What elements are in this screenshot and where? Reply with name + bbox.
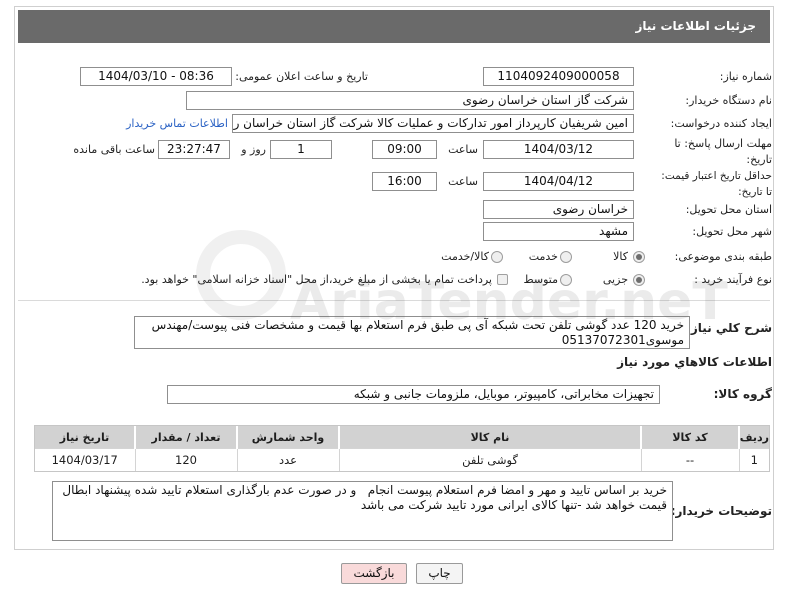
header-need-date: تاریخ نیاز [35, 426, 135, 449]
back-button[interactable]: بازگشت [341, 563, 407, 584]
delivery-province-label: استان محل تحویل: [685, 203, 772, 216]
radio-medium[interactable] [560, 274, 572, 286]
price-validity-label: حداقل تاریخ اعتبار قیمت: تا تاریخ: [642, 168, 772, 200]
delivery-city-label: شهر محل تحویل: [692, 225, 772, 238]
buyer-org-field[interactable]: شرکت گاز استان خراسان رضوی [186, 91, 634, 110]
header-item-code: کد کالا [640, 426, 739, 449]
cell-item-name: گوشی تلفن [338, 448, 641, 471]
requester-label: ایجاد کننده درخواست: [670, 117, 772, 130]
response-deadline-time-field[interactable]: 09:00 [372, 140, 437, 159]
radio-goods-service-label: کالا/خدمت [441, 250, 489, 263]
cell-item-code: -- [640, 448, 739, 471]
announce-datetime-field[interactable]: 1404/03/10 - 08:36 [80, 67, 232, 86]
price-validity-label-line1: حداقل تاریخ اعتبار قیمت: [661, 170, 772, 182]
header-quantity: تعداد / مقدار [134, 426, 237, 449]
remaining-days-field[interactable]: 1 [270, 140, 332, 159]
remaining-days-label: روز و [241, 143, 266, 156]
need-number-label: شماره نیاز: [719, 70, 772, 83]
goods-group-field[interactable]: تجهیزات مخابراتی، کامپیوتر، موبایل، ملزو… [167, 385, 660, 404]
response-deadline-time-label: ساعت [448, 143, 478, 156]
subject-category-label: طبقه بندی موضوعی: [674, 250, 772, 263]
treasury-checkbox[interactable] [497, 274, 508, 285]
table-row: 1 -- گوشی تلفن عدد 120 1404/03/17 [35, 448, 769, 471]
header-unit: واحد شمارش [236, 426, 339, 449]
radio-service-label: خدمت [528, 250, 558, 263]
radio-goods[interactable] [633, 251, 645, 263]
header-item-name: نام کالا [338, 426, 641, 449]
delivery-province-field[interactable]: خراسان رضوی [483, 200, 634, 219]
section-divider [18, 300, 770, 301]
response-deadline-date-field[interactable]: 1404/03/12 [483, 140, 634, 159]
price-validity-time-field[interactable]: 16:00 [372, 172, 437, 191]
radio-minor[interactable] [633, 274, 645, 286]
response-deadline-label: مهلت ارسال پاسخ: تا تاریخ: [642, 136, 772, 168]
print-button[interactable]: چاپ [416, 563, 463, 584]
goods-group-label: گروه کالا: [713, 387, 772, 401]
cell-unit: عدد [236, 448, 339, 471]
requester-field[interactable]: امین شریفیان کارپرداز امور تدارکات و عمل… [232, 114, 634, 133]
radio-service[interactable] [560, 251, 572, 263]
remaining-time-field[interactable]: 23:27:47 [158, 140, 230, 159]
buyer-notes-textarea[interactable]: خرید بر اساس تایید و مهر و امضا فرم استع… [52, 481, 673, 541]
page-title: جزئیات اطلاعات نیاز [635, 19, 756, 33]
price-validity-label-line2: تا تاریخ: [738, 186, 772, 198]
goods-table: ردیف کد کالا نام کالا واحد شمارش تعداد /… [34, 425, 770, 472]
radio-minor-label: جزیی [602, 273, 628, 286]
description-label: شرح کلي نياز: [686, 321, 772, 335]
buyer-contact-link[interactable]: اطلاعات تماس خریدار [126, 114, 228, 133]
need-number-field[interactable]: 1104092409000058 [483, 67, 634, 86]
panel-header: جزئیات اطلاعات نیاز [18, 10, 770, 43]
radio-medium-label: متوسط [523, 273, 558, 286]
price-validity-date-field[interactable]: 1404/04/12 [483, 172, 634, 191]
remaining-time-label: ساعت باقی مانده [73, 143, 155, 156]
announce-datetime-label: تاریخ و ساعت اعلان عمومی: [235, 70, 368, 83]
price-validity-time-label: ساعت [448, 175, 478, 188]
purchase-process-label: نوع فرآیند خرید : [694, 273, 772, 286]
response-deadline-label-line1: مهلت ارسال پاسخ: تا [674, 137, 772, 150]
buyer-notes-label: توضیحات خریدار: [670, 504, 772, 518]
table-header-row: ردیف کد کالا نام کالا واحد شمارش تعداد /… [35, 426, 769, 449]
buyer-org-label: نام دستگاه خریدار: [685, 94, 772, 107]
response-deadline-label-line2: تاریخ: [746, 153, 772, 166]
cell-need-date: 1404/03/17 [35, 448, 135, 471]
radio-goods-service[interactable] [491, 251, 503, 263]
description-textarea[interactable]: خرید 120 عدد گوشی تلفن تحت شبکه آی پی طب… [134, 316, 690, 349]
header-row-number: ردیف [738, 426, 769, 449]
delivery-city-field[interactable]: مشهد [483, 222, 634, 241]
treasury-checkbox-label: پرداخت تمام یا بخشی از مبلغ خرید،از محل … [141, 273, 492, 286]
cell-quantity: 120 [134, 448, 237, 471]
goods-section-title: اطلاعات کالاهاي مورد نياز [617, 355, 772, 369]
cell-row-number: 1 [738, 448, 769, 471]
radio-goods-label: کالا [613, 250, 628, 263]
